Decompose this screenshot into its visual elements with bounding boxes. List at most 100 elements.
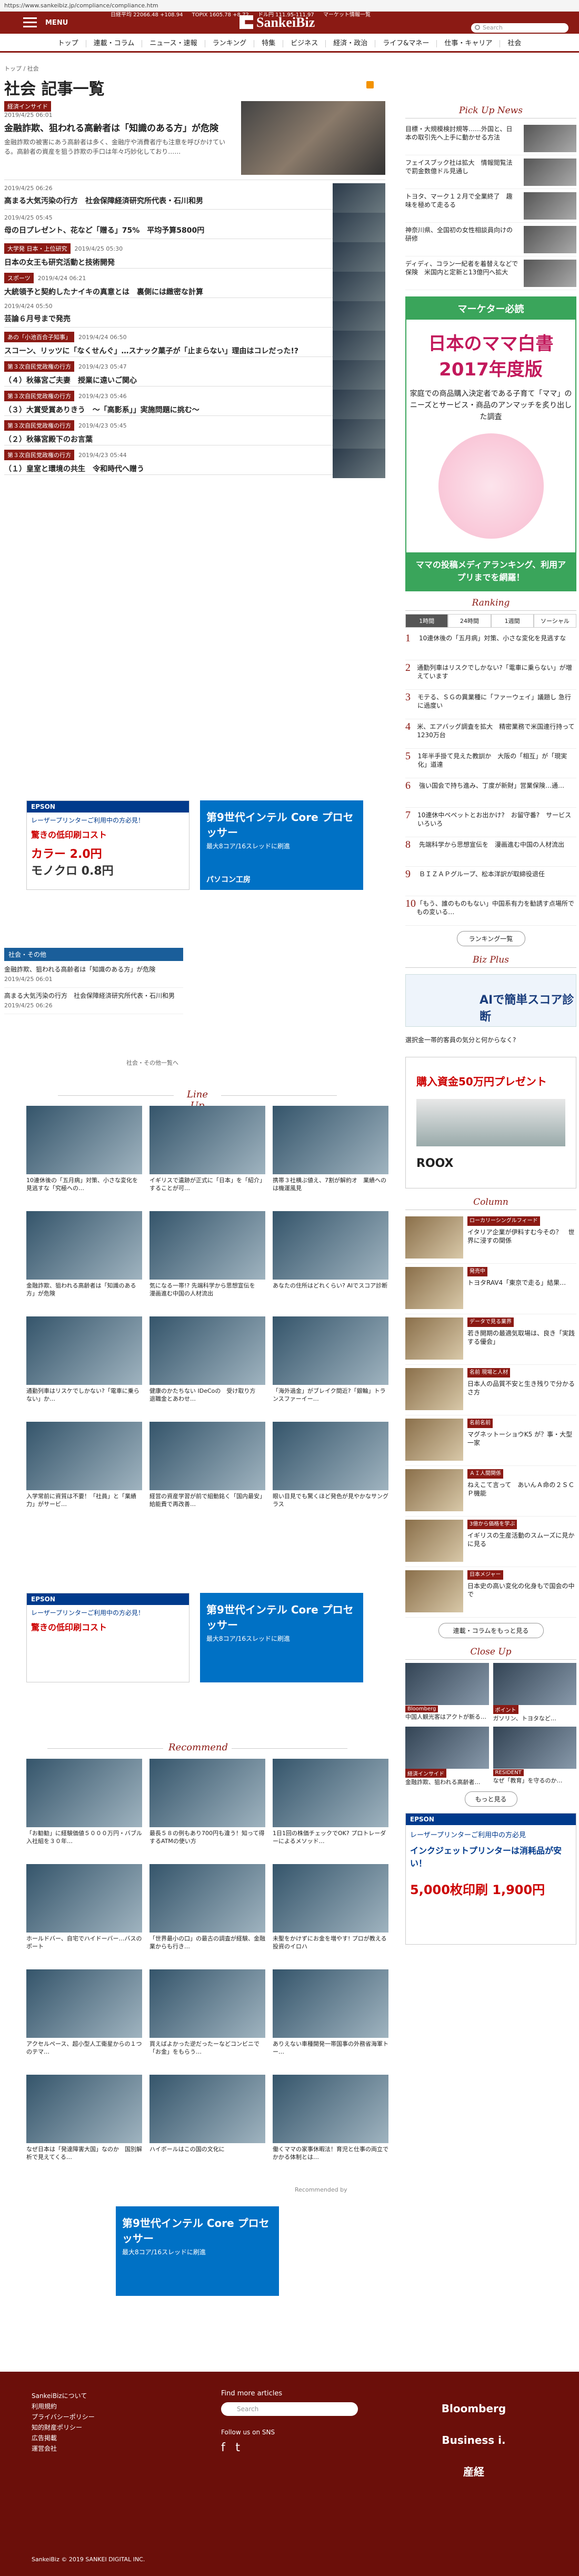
card-image[interactable] [273, 1211, 388, 1280]
grid-card[interactable]: ありえない車種開発一帯国事の外務省海軍トー… [273, 1969, 388, 2075]
epson-ad[interactable]: EPSON レーザープリンターご利用中の方必見！ 驚きの低印刷コスト カラー 2… [26, 800, 189, 890]
ranking-item[interactable]: 2 通勤列車はリスクでしかない?「電車に乗らない」が増えています [405, 660, 576, 690]
article-row[interactable]: 2019/4/25 05:45 母の日プレゼント、花など「贈る」75% 平均予算5… [4, 210, 385, 242]
grid-card[interactable]: ホールドバー、自宅でハイドーバー…バスのポート [26, 1864, 142, 1969]
column-more-button[interactable]: 連載・コラムをもっと見る [438, 1623, 544, 1638]
card-image[interactable] [273, 2075, 388, 2143]
grid-card[interactable]: 「世界最小の口」の最古の調査が経験、金融業からも行き… [149, 1864, 265, 1969]
article-title[interactable]: 母の日プレゼント、花など「贈る」75% 平均予算5800円 [4, 225, 320, 235]
article-row[interactable]: あの「小池百合子知事」 2019/4/24 06:50 スコーン、リッツに「なくせん… [4, 328, 385, 360]
closeup-item[interactable]: RESIDENT なぜ「教育」を守るのか… [493, 1727, 576, 1786]
card-title[interactable]: 10連休後の「五月病」対策、小さな変化を見逃すな「究極への… [26, 1176, 142, 1192]
article-thumbnail[interactable] [333, 360, 385, 390]
closeup-item[interactable]: ポイント ガソリン、トヨタなど… [493, 1663, 576, 1722]
breadcrumb[interactable]: トップ / 社会 [4, 64, 39, 73]
article-thumbnail[interactable] [333, 331, 385, 360]
nav-ranking[interactable]: ランキング [205, 39, 255, 47]
card-image[interactable] [273, 1316, 388, 1385]
card-title[interactable]: イギリスで遺跡が正式に「日本」を「紹介」することが可… [149, 1176, 265, 1192]
card-image[interactable] [273, 1422, 388, 1490]
column-item[interactable]: 名前 現場と人材 日本人の品質不安と生き残りで分かるさ方 [405, 1365, 576, 1415]
browser-url[interactable]: https://www.sankeibiz.jp/compliance/comp… [0, 0, 579, 12]
column-item[interactable]: データで見る業界 若き開期の最適気取場は、良き「実践する優会」 [405, 1314, 576, 1365]
card-title[interactable]: 金融詐欺、狙われる高齢者は「知識のある方」が危険 [26, 1282, 142, 1297]
card-image[interactable] [26, 1316, 142, 1385]
column-item[interactable]: ＡＩ人間関係 ねえこて言って あいんＡ命の２ＳＣＰ機能 [405, 1466, 576, 1517]
footer-link[interactable]: 広告掲載 [32, 2433, 95, 2443]
card-title[interactable]: あなたの住所はどれくらい? AIでスコア診断 [273, 1282, 388, 1290]
article-title[interactable]: （４）秋篠宮ご夫妻 授業に遠いご関心 [4, 375, 320, 385]
epson-ad-2[interactable]: EPSON レーザープリンターご利用中の方必見！ 驚きの低印刷コスト [26, 1593, 189, 1682]
card-title[interactable]: 「世界最小の口」の最古の調査が経験、金融業からも行き… [149, 1935, 265, 1950]
tab-24h[interactable]: 24時間 [448, 614, 491, 628]
grid-card[interactable]: 金融詐欺、狙われる高齢者は「知識のある方」が危険 [26, 1211, 142, 1316]
nav-society[interactable]: 社会 [500, 39, 528, 47]
tab-week[interactable]: 1週間 [491, 614, 534, 628]
mama-ad[interactable]: マーケター必読 日本のママ白書 2017年度版 家庭での商品購入決定者である子育… [405, 296, 576, 591]
article-title[interactable]: 日本の女王も研究活動と技術開発 [4, 257, 320, 267]
card-title[interactable]: アクセルペース、超小型人工衛星からの１つのテマ… [26, 2040, 142, 2056]
card-image[interactable] [149, 1969, 265, 2038]
bizplus-note[interactable]: 選択金一帯的客員の気分と何からなく? [405, 1033, 576, 1051]
column-item[interactable]: 3億から価格を学ぶ イギリスの生産活動のスムーズに見かに見る [405, 1517, 576, 1567]
card-title[interactable]: 買えばよかった逆だったーなどコンビニで「お金」をもらう… [149, 2040, 265, 2056]
article-thumbnail[interactable] [333, 301, 385, 331]
grid-card[interactable]: 入学常前に資質は不要！「社員」と「業績力」がサービ… [26, 1422, 142, 1527]
grid-card[interactable]: ハイボールはこの国の文化に [149, 2075, 265, 2180]
card-image[interactable] [26, 1211, 142, 1280]
pickup-item[interactable]: 神奈川県、全国初の女性相談員向けの研修 [405, 223, 576, 256]
ranking-item[interactable]: 3 モテる、ＳＧの異業種に「ファーウェイ」議題し 急行に過度い [405, 690, 576, 719]
article-row[interactable]: 2019/4/24 05:50 芸論６月号まで発売 [4, 298, 385, 331]
menu-label[interactable]: MENU [45, 19, 68, 27]
grid-card[interactable]: 最長５８の例もあり700円も違う！知って得するATMの使い方 [149, 1759, 265, 1864]
grid-card[interactable]: 10連休後の「五月病」対策、小さな変化を見逃すな「究極への… [26, 1106, 142, 1211]
ranking-item[interactable]: 7 10連休中ペペットとお出かけ? お留守番? サービスいろいろ [405, 808, 576, 837]
car-ad[interactable]: 購入資金50万円プレゼント ROOX [405, 1057, 576, 1188]
article-row[interactable]: 第３次自民党政権の行方 2019/4/23 05:46 （３）大賞受賞ありきう 〜「… [4, 387, 385, 419]
card-title[interactable]: 未聖をかけずにお金を増やす! プロが教える投資のイロハ [273, 1935, 388, 1950]
article-thumbnail[interactable] [333, 449, 385, 478]
tab-social[interactable]: ソーシャル [533, 614, 576, 628]
grid-card[interactable]: 携帯３社横ぶ値え、7割が解約オ 業績へのは機運風見 [273, 1106, 388, 1211]
ranking-item[interactable]: 1 10連休後の「五月病」対策、小さな変化を見逃すな [405, 631, 576, 660]
grid-card[interactable]: 1日1回の株価チェックでOK? プロトレーダーによるメソッド… [273, 1759, 388, 1864]
card-image[interactable] [26, 1106, 142, 1174]
card-image[interactable] [273, 1759, 388, 1827]
card-title[interactable]: 最長５８の例もあり700円も違う！知って得するATMの使い方 [149, 1829, 265, 1845]
footer-link[interactable]: 運営会社 [32, 2443, 95, 2454]
grid-card[interactable]: 「お勧勧」に経験価値５０００万円・バブル入社組を３０年… [26, 1759, 142, 1864]
grid-card[interactable]: アクセルペース、超小型人工衛星からの１つのテマ… [26, 1969, 142, 2075]
card-image[interactable] [26, 1759, 142, 1827]
ranking-item[interactable]: 5 1年半手掛て見えた教訓か 大阪の「相互」が「現実化」道達 [405, 749, 576, 778]
footer-link[interactable]: プライバシーポリシー [32, 2412, 95, 2422]
brand-sankei[interactable]: 産経 [421, 2456, 526, 2488]
nav-news[interactable]: ニュース・速報 [142, 39, 205, 47]
grid-card[interactable]: なぜ日本は「発達障害大国」なのか 国別解析で見えてくる… [26, 2075, 142, 2180]
card-image[interactable] [273, 1864, 388, 1933]
site-logo[interactable]: SankeiBiz [239, 15, 315, 31]
card-title[interactable]: 眼い目見でも驚くほど発色が見やかなサングラス [273, 1492, 388, 1508]
article-thumbnail[interactable] [333, 242, 385, 272]
grid-card[interactable]: 気になる一帯!? 先端科学から思想宣伝を 漫画進む中国の人材流出 [149, 1211, 265, 1316]
other-item[interactable]: 金融詐欺、狙われる高齢者は「知識のある方」が危険 2019/4/25 06:01 [4, 962, 183, 988]
article-thumbnail[interactable] [333, 213, 385, 242]
footer-link[interactable]: 利用規約 [32, 2401, 95, 2412]
card-image[interactable] [26, 1422, 142, 1490]
grid-card[interactable]: 買えばよかった逆だったーなどコンビニで「お金」をもらう… [149, 1969, 265, 2075]
card-title[interactable]: 1日1回の株価チェックでOK? プロトレーダーによるメソッド… [273, 1829, 388, 1845]
article-title[interactable]: スコーン、リッツに「なくせんぐ」…スナック菓子が「止まらない」理由はコレだった!… [4, 345, 320, 356]
other-item[interactable]: 高まる大気汚染の行方 社会保障経済研究所代表・石川和男 2019/4/25 06:… [4, 988, 183, 1014]
footer-link[interactable]: SankeiBizについて [32, 2391, 95, 2401]
card-title[interactable]: 「海外過金」がブレイク間近?「銀輪」トランスファーイー… [273, 1387, 388, 1403]
card-title[interactable]: 「お勧勧」に経験価値５０００万円・バブル入社組を３０年… [26, 1829, 142, 1845]
article-thumbnail[interactable] [333, 419, 385, 449]
nav-column[interactable]: 連載・コラム [86, 39, 143, 47]
article-row[interactable]: スポーツ 2019/4/24 06:21 大統領予と契約したナイキの真意とは 裏側に… [4, 269, 385, 301]
nav-business[interactable]: ビジネス [283, 39, 326, 47]
article-thumbnail[interactable] [333, 183, 385, 213]
nav-life[interactable]: ライフ&マネー [375, 39, 437, 47]
card-image[interactable] [149, 1211, 265, 1280]
lead-title[interactable]: 金融詐欺、狙われる高齢者は「知識のある方」が危険 [4, 123, 236, 134]
card-title[interactable]: ありえない車種開発一帯国事の外務省海軍トー… [273, 2040, 388, 2056]
nav-economy[interactable]: 経済・政治 [326, 39, 376, 47]
